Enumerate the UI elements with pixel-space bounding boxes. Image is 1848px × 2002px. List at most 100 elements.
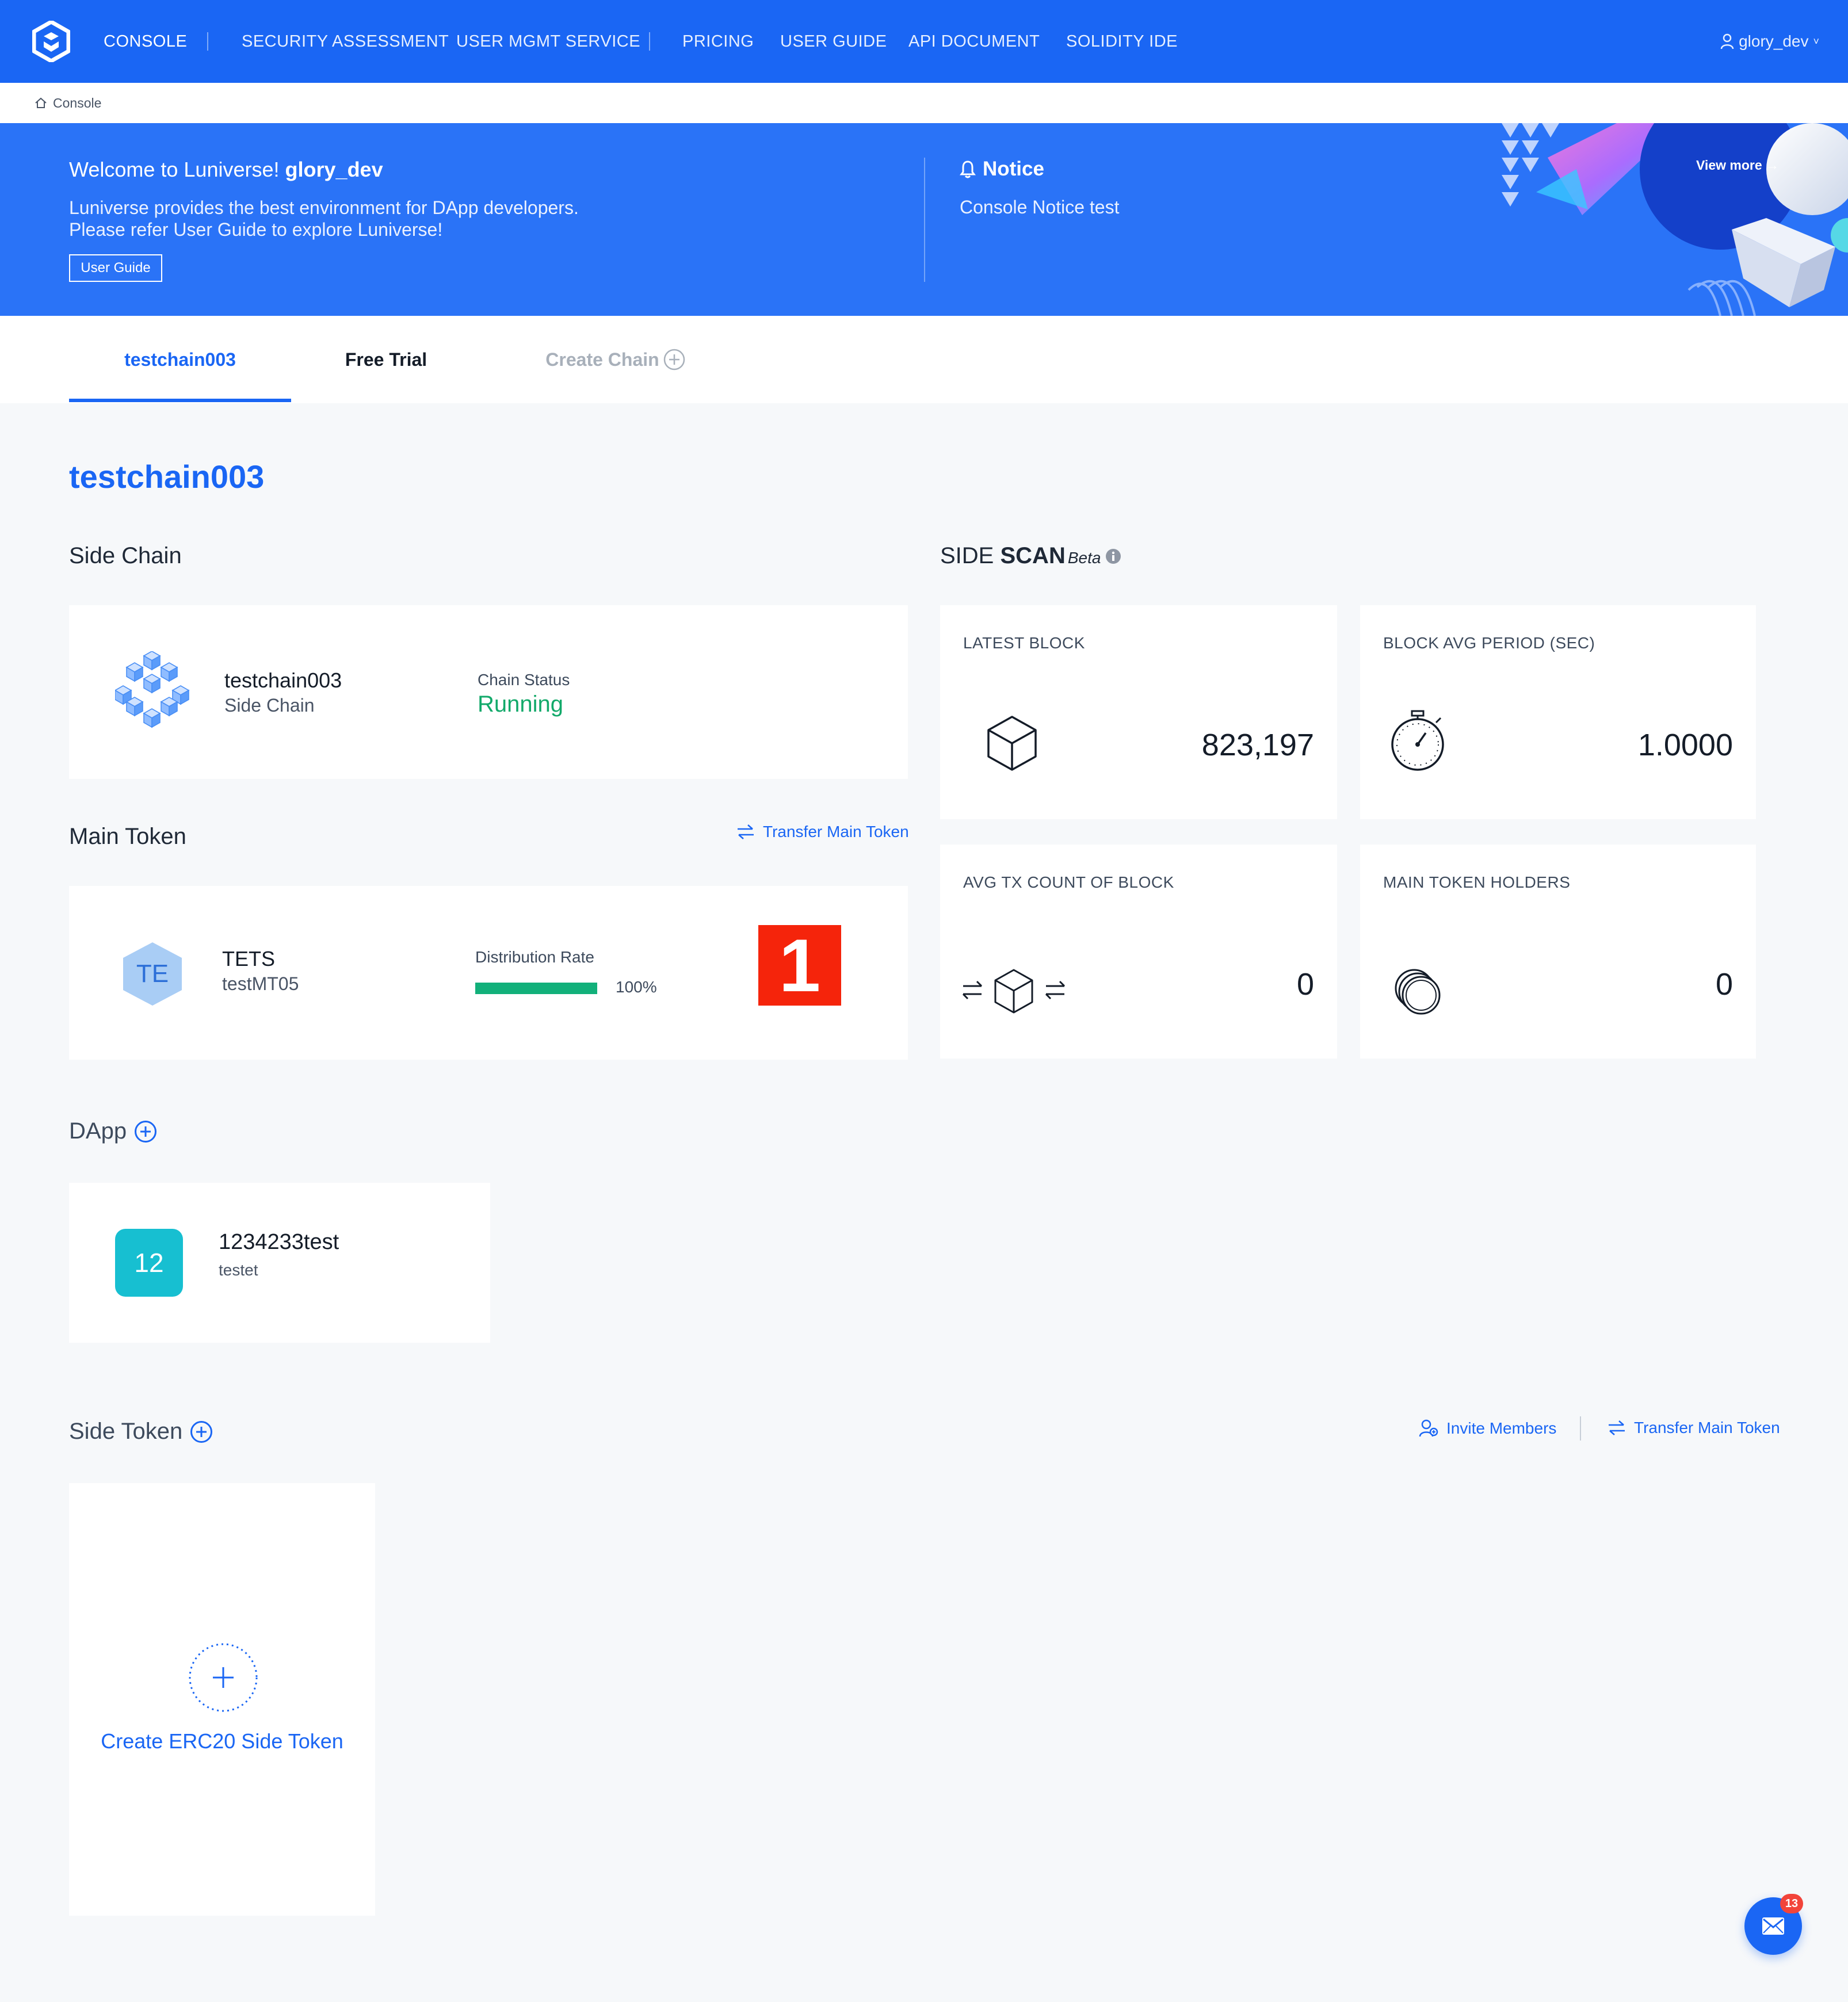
bell-icon (960, 161, 976, 178)
add-dapp-icon[interactable] (135, 1120, 157, 1143)
dapp-name: 1234233test (219, 1230, 339, 1254)
dapp-description: testet (219, 1261, 258, 1279)
latest-block-card: LATEST BLOCK 823,197 (940, 605, 1337, 819)
transfer-icon (738, 824, 754, 839)
stopwatch-icon (1391, 710, 1444, 771)
latest-block-label: LATEST BLOCK (963, 634, 1085, 652)
welcome-desc-line1: Luniverse provides the best environment … (69, 197, 579, 218)
luniverse-logo[interactable] (32, 21, 70, 62)
welcome-username: glory_dev (285, 158, 383, 181)
side-scan-beta: Beta (1067, 549, 1101, 567)
side-scan-bold: SCAN (1000, 543, 1066, 568)
transfer-main-token-link-2[interactable]: Transfer Main Token (1608, 1419, 1780, 1437)
main-token-holders-value: 0 (1715, 967, 1733, 1002)
plus-circle-icon (663, 349, 685, 370)
invite-members-link[interactable]: Invite Members (1419, 1419, 1556, 1438)
top-navbar: CONSOLE SECURITY ASSESSMENT USER MGMT SE… (0, 0, 1848, 83)
notification-badge: 13 (1780, 1894, 1803, 1913)
tab-free-trial[interactable]: Free Trial (291, 316, 481, 403)
invite-user-icon (1419, 1419, 1438, 1437)
dapp-heading: DApp (69, 1118, 157, 1144)
tab-testchain003[interactable]: testchain003 (69, 316, 291, 403)
banner-illustration (1502, 123, 1848, 316)
block-avg-period-label: BLOCK AVG PERIOD (SEC) (1383, 634, 1595, 652)
side-token-heading-label: Side Token (69, 1419, 183, 1444)
welcome-banner: Welcome to Luniverse! glory_dev Lunivers… (0, 123, 1848, 316)
main-token-card[interactable]: TE TETS testMT05 Distribution Rate 100% … (69, 886, 908, 1060)
create-erc20-side-token-label[interactable]: Create ERC20 Side Token (69, 1729, 375, 1753)
chain-status-value: Running (478, 691, 564, 717)
invite-members-label: Invite Members (1446, 1419, 1557, 1437)
coins-icon (1395, 969, 1441, 1015)
nav-separator (649, 32, 650, 51)
add-side-token-icon[interactable] (190, 1420, 213, 1443)
main-token-heading: Main Token (69, 824, 186, 849)
distribution-rate-text: 100% (616, 978, 657, 996)
chevron-down-icon: ˅ (1813, 36, 1819, 47)
main-token-holders-label: MAIN TOKEN HOLDERS (1383, 873, 1571, 891)
tab-active-indicator (69, 399, 291, 402)
distribution-rate-fill (475, 983, 597, 994)
user-icon (1720, 33, 1734, 49)
nav-security-assessment[interactable]: SECURITY ASSESSMENT (242, 0, 449, 83)
notice-title-text: Notice (983, 158, 1044, 180)
token-name: testMT05 (222, 973, 299, 994)
nav-api-document[interactable]: API DOCUMENT (908, 0, 1040, 83)
chain-status-label: Chain Status (478, 671, 570, 689)
side-chain-type: Side Chain (224, 695, 315, 716)
banner-divider (924, 158, 925, 282)
distribution-rate-bar (475, 983, 597, 994)
side-chain-name: testchain003 (224, 668, 342, 692)
avg-tx-count-value: 0 (1296, 967, 1314, 1002)
tab-create-chain[interactable]: Create Chain (529, 316, 702, 403)
user-guide-button[interactable]: User Guide (69, 254, 162, 282)
nav-pricing[interactable]: PRICING (682, 0, 754, 83)
chain-tabs: testchain003 Free Trial Create Chain (0, 316, 1848, 403)
notice-title: Notice (960, 158, 1044, 181)
dapp-heading-label: DApp (69, 1118, 127, 1144)
page-title: testchain003 (69, 459, 265, 495)
info-icon[interactable] (1105, 548, 1121, 564)
distribution-rate-label: Distribution Rate (475, 948, 594, 966)
welcome-desc-line2: Please refer User Guide to explore Luniv… (69, 219, 443, 240)
nav-user-guide[interactable]: USER GUIDE (780, 0, 887, 83)
side-scan-prefix: SIDE (940, 543, 1001, 568)
number-badge: 1 (758, 925, 841, 1006)
chain-cubes-icon (115, 651, 189, 728)
side-chain-heading: Side Chain (69, 543, 182, 568)
token-avatar-text: TE (136, 960, 169, 988)
block-avg-period-card: BLOCK AVG PERIOD (SEC) 1.0000 (1360, 605, 1756, 819)
cube-icon (987, 716, 1037, 771)
side-chain-card[interactable]: testchain003 Side Chain Chain Status Run… (69, 605, 908, 779)
transfer-main-token-label: Transfer Main Token (763, 823, 909, 840)
nav-user-mgmt-service[interactable]: USER MGMT SERVICE (456, 0, 640, 83)
username: glory_dev (1739, 32, 1809, 50)
nav-separator (207, 32, 208, 51)
welcome-description: Luniverse provides the best environment … (69, 197, 817, 240)
nav-console[interactable]: CONSOLE (104, 0, 187, 83)
user-menu[interactable]: glory_dev ˅ (1720, 0, 1819, 83)
transfer-main-token-label-2: Transfer Main Token (1634, 1419, 1780, 1436)
main-token-holders-card: MAIN TOKEN HOLDERS 0 (1360, 845, 1756, 1059)
side-token-heading: Side Token (69, 1419, 213, 1445)
transfer-icon (1609, 1420, 1625, 1435)
avg-tx-count-label: AVG TX COUNT OF BLOCK (963, 873, 1174, 891)
nav-solidity-ide[interactable]: SOLIDITY IDE (1066, 0, 1178, 83)
view-more-link[interactable]: View more → (1696, 158, 1779, 173)
breadcrumb-console[interactable]: Console (53, 95, 101, 111)
welcome-title: Welcome to Luniverse! glory_dev (69, 158, 383, 182)
token-symbol: TETS (222, 947, 276, 971)
dapp-avatar: 12 (115, 1229, 183, 1297)
dapp-card[interactable]: 12 1234233test testet (69, 1183, 490, 1343)
notice-text[interactable]: Console Notice test (960, 197, 1119, 218)
add-circle-icon[interactable] (188, 1642, 259, 1713)
welcome-prefix: Welcome to Luniverse! (69, 158, 280, 181)
tab-create-chain-label: Create Chain (545, 349, 659, 370)
latest-block-value: 823,197 (1201, 728, 1314, 762)
transfer-main-token-link[interactable]: Transfer Main Token (736, 823, 909, 841)
side-scan-heading: SIDE SCAN Beta (940, 543, 1121, 569)
mail-icon (1762, 1917, 1784, 1935)
transfer-cube-icon (962, 969, 1066, 1014)
link-separator (1580, 1416, 1581, 1441)
create-side-token-card[interactable]: Create ERC20 Side Token (69, 1483, 375, 1916)
